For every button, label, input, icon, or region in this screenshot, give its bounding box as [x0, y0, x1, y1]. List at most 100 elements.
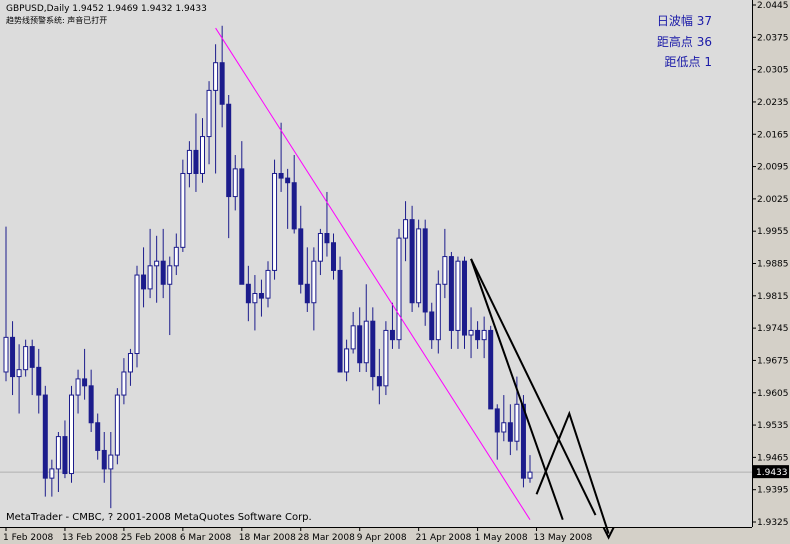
candle-body-up — [16, 369, 22, 378]
chart-window: 2.0445 2.0375 2.0305 2.0235 2.0165 2.0095 2.00… — [0, 0, 790, 544]
candle-body-up — [114, 394, 120, 456]
candle-body-up — [272, 172, 278, 271]
candle-body-up — [108, 454, 114, 470]
x-tick-label: 1 May 2008 — [475, 533, 528, 543]
candle-body-up — [127, 353, 133, 373]
candle-body-down — [226, 103, 232, 198]
y-tick-label: 2.0165 — [757, 130, 789, 140]
y-tick-label: 2.0445 — [757, 1, 789, 11]
candle-body-up — [311, 260, 317, 304]
candle-body-down — [422, 228, 428, 313]
candle-body-down — [42, 394, 48, 479]
x-tick-label: 28 Mar 2008 — [298, 533, 355, 543]
candle-body-down — [462, 260, 467, 336]
distance-from-low-stat: 距低点 1 — [664, 55, 712, 69]
candle — [488, 325, 494, 410]
candle-body-up — [514, 403, 520, 442]
candle-body-down — [448, 256, 454, 331]
y-tick-label: 1.9465 — [757, 453, 789, 463]
candle — [416, 219, 422, 308]
x-tick-label: 13 Feb 2008 — [62, 533, 118, 543]
candle — [409, 205, 415, 312]
candle-body-down — [278, 172, 284, 179]
x-tick-label: 13 May 2008 — [534, 533, 593, 543]
candle-body-up — [363, 320, 369, 364]
candle-body-down — [376, 376, 382, 387]
current-price-label: 1.9433 — [756, 468, 788, 478]
candle-body-down — [29, 346, 35, 368]
candle — [180, 159, 186, 252]
candle-body-down — [488, 329, 494, 410]
y-tick-label: 2.0375 — [757, 33, 789, 43]
daily-range-stat: 日波幅 37 — [656, 14, 712, 28]
candle-body-down — [160, 260, 166, 285]
candle-body-down — [389, 329, 395, 341]
candle-body-up — [468, 329, 474, 336]
candle-body-down — [36, 366, 42, 396]
x-tick-label: 18 Mar 2008 — [239, 533, 296, 543]
candle-body-down — [331, 242, 336, 271]
candle-body-up — [455, 260, 461, 331]
candle-body-up — [200, 136, 205, 174]
candle-body-down — [82, 378, 88, 387]
candle-body-up — [75, 378, 81, 396]
copyright-text: MetaTrader - CMBC, ? 2001-2008 MetaQuote… — [6, 512, 312, 523]
candle-body-down — [193, 149, 199, 174]
candle-body-up — [403, 219, 409, 239]
candle-body-down — [95, 422, 101, 451]
candle-body-up — [344, 348, 350, 373]
y-tick-label: 1.9325 — [757, 518, 789, 528]
candle-body-up — [206, 89, 212, 138]
candle-body-down — [141, 274, 147, 290]
candle-body-up — [69, 394, 74, 475]
candle-body-up — [435, 283, 441, 341]
candle-body-up — [154, 260, 160, 267]
candle — [134, 265, 140, 368]
y-tick-label: 1.9605 — [757, 389, 789, 399]
candle-body-down — [62, 436, 68, 475]
candle-body-up — [49, 468, 55, 479]
candle-body-down — [475, 329, 481, 341]
y-tick-label: 1.9745 — [757, 324, 789, 334]
distance-from-high-stat: 距高点 36 — [656, 35, 712, 49]
candle-body-up — [167, 265, 173, 285]
candle-body-up — [134, 274, 140, 355]
candle-body-down — [304, 283, 310, 304]
candle-body-up — [317, 232, 323, 262]
candle-body-up — [147, 265, 153, 290]
candle-body-up — [232, 168, 238, 198]
y-tick-label: 1.9395 — [757, 486, 789, 496]
candle-body-up — [121, 371, 127, 396]
candle-body-up — [481, 329, 487, 341]
candle-body-up — [252, 293, 258, 304]
y-tick-label: 2.0305 — [757, 66, 789, 76]
candle-body-up — [416, 228, 422, 304]
candle-body-down — [494, 408, 500, 433]
candle-body-down — [245, 283, 251, 304]
candle-body-up — [265, 269, 271, 299]
candle-body-down — [409, 219, 415, 304]
candle-body-down — [298, 228, 304, 285]
candle-body-down — [291, 182, 297, 230]
y-tick-label: 1.9675 — [757, 356, 789, 366]
x-tick-label: 21 Apr 2008 — [416, 533, 472, 543]
candle-body-up — [527, 471, 533, 479]
candle-body-up — [396, 237, 402, 341]
candle-body-up — [23, 346, 29, 371]
candle-body-down — [507, 422, 513, 442]
candle-body-down — [370, 320, 376, 378]
candle-body-up — [173, 246, 179, 267]
candle-body-up — [501, 422, 507, 433]
x-tick-label: 1 Feb 2008 — [3, 533, 54, 543]
candle-body-down — [258, 293, 264, 299]
candle-body-down — [429, 311, 435, 341]
candle-body-up — [180, 172, 186, 248]
y-tick-label: 2.0095 — [757, 163, 789, 173]
candle-body-down — [101, 449, 107, 470]
candle-body-up — [442, 256, 448, 285]
candle — [462, 256, 467, 349]
candle-body-down — [285, 177, 291, 184]
candle-body-up — [3, 336, 9, 373]
y-tick-label: 1.9535 — [757, 421, 789, 431]
candle-body-down — [337, 269, 343, 373]
